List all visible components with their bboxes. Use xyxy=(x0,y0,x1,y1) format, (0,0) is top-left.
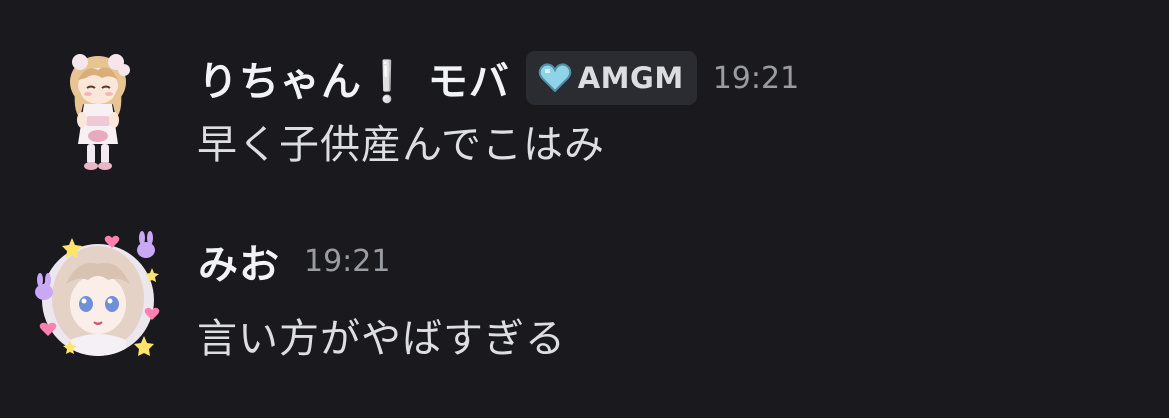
timestamp: 19:21 xyxy=(304,243,391,279)
heart-icon xyxy=(538,63,571,93)
message-text: 言い方がやばすぎる xyxy=(197,316,566,362)
avatar-chibi-image xyxy=(70,54,130,170)
message-header: りちゃん❕ モバ AMGM 19:21 xyxy=(198,50,799,106)
avatar-anime-image xyxy=(35,231,160,356)
avatar[interactable] xyxy=(26,228,170,372)
chat-log: りちゃん❕ モバ AMGM 19:21 早く子供産んでこはみ みお 19:21 … xyxy=(0,0,1169,418)
avatar[interactable] xyxy=(26,40,170,184)
message-text: 早く子供産んでこはみ xyxy=(197,122,605,168)
timestamp: 19:21 xyxy=(712,60,800,96)
message-header: みお 19:21 xyxy=(198,233,390,289)
chat-message: りちゃん❕ モバ AMGM 19:21 早く子供産んでこはみ xyxy=(0,40,1169,190)
username[interactable]: みお xyxy=(198,232,280,290)
server-tag-label: AMGM xyxy=(577,61,684,95)
server-tag[interactable]: AMGM xyxy=(525,51,697,105)
username[interactable]: りちゃん❕ モバ xyxy=(198,49,510,107)
chat-message: みお 19:21 言い方がやばすぎる xyxy=(0,228,1169,368)
